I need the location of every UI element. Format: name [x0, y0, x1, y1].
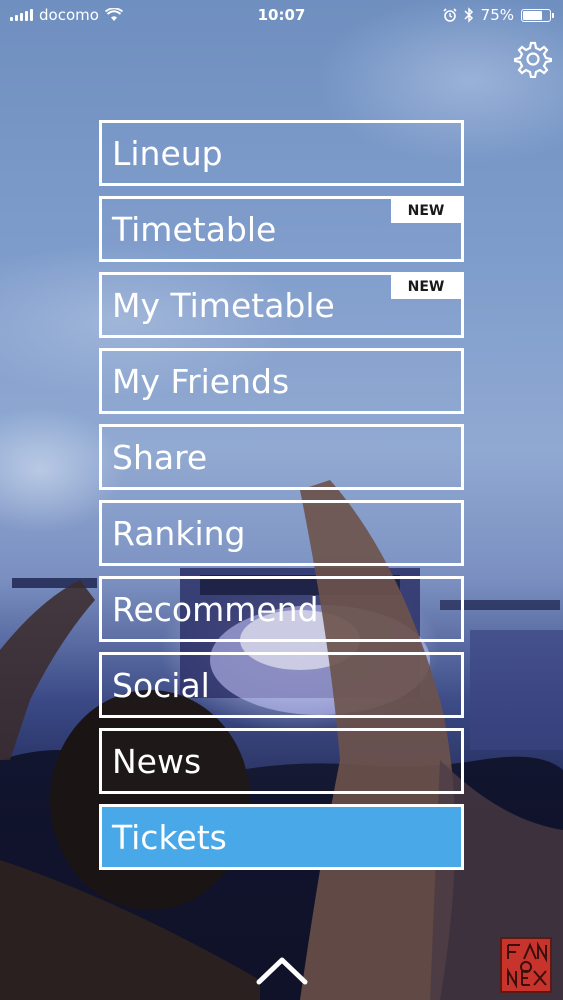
menu-item-ranking[interactable]: Ranking: [99, 500, 464, 566]
menu-item-my-timetable[interactable]: My Timetable NEW: [99, 272, 464, 338]
app-logo: [500, 937, 552, 993]
chevron-up-icon[interactable]: [256, 955, 308, 985]
menu-item-label: Lineup: [112, 133, 223, 173]
menu-item-label: Tickets: [112, 817, 227, 857]
menu-item-label: Share: [112, 437, 208, 477]
menu-item-social[interactable]: Social: [99, 652, 464, 718]
menu-item-label: My Friends: [112, 361, 290, 401]
menu-item-timetable[interactable]: Timetable NEW: [99, 196, 464, 262]
status-bar: docomo 10:07 75%: [0, 0, 563, 30]
gear-icon[interactable]: [514, 40, 552, 78]
menu-item-recommend[interactable]: Recommend: [99, 576, 464, 642]
battery-fill: [523, 10, 542, 20]
menu-item-label: My Timetable: [112, 285, 335, 325]
battery-icon: [521, 8, 554, 22]
battery-percent: 75%: [480, 6, 514, 24]
menu-item-my-friends[interactable]: My Friends: [99, 348, 464, 414]
new-badge: NEW: [391, 275, 461, 299]
menu-item-lineup[interactable]: Lineup: [99, 120, 464, 186]
menu-item-label: Ranking: [112, 513, 246, 553]
menu-item-label: Social: [112, 665, 210, 705]
menu-item-label: Recommend: [112, 589, 319, 629]
menu-item-tickets[interactable]: Tickets: [99, 804, 464, 870]
menu-item-label: Timetable: [112, 209, 277, 249]
app-screen: { "status_bar": { "carrier": "docomo", "…: [0, 0, 563, 1000]
menu-item-label: News: [112, 741, 202, 781]
alarm-icon: [443, 8, 457, 22]
bluetooth-icon: [464, 7, 473, 23]
new-badge: NEW: [391, 199, 461, 223]
main-menu: Lineup Timetable NEW My Timetable NEW My…: [99, 120, 464, 880]
status-right: 75%: [443, 6, 554, 24]
logo-mark: [507, 941, 547, 989]
menu-item-news[interactable]: News: [99, 728, 464, 794]
menu-item-share[interactable]: Share: [99, 424, 464, 490]
